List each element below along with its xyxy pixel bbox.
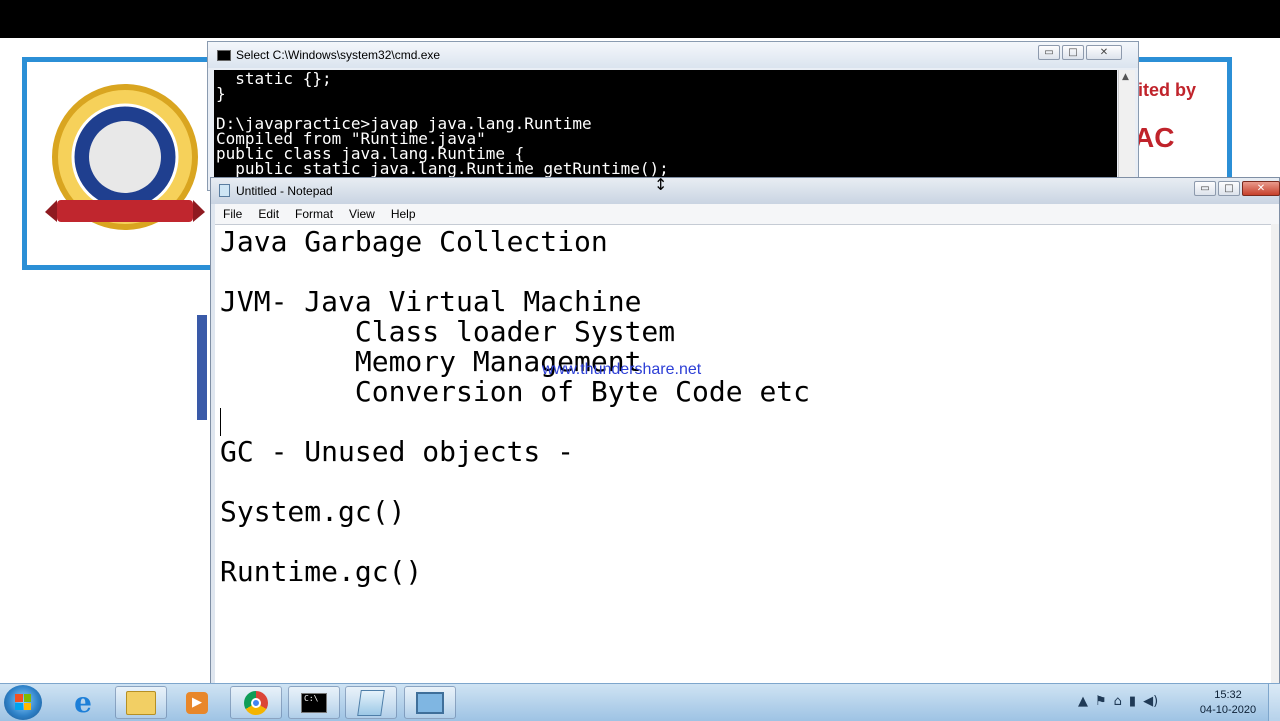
text-line: Runtime.gc() — [220, 555, 423, 588]
naac-accredited-text: ited by — [1138, 80, 1197, 100]
cmd-scrollbar[interactable]: ▲ — [1118, 70, 1135, 190]
taskbar-clock[interactable]: 15:32 04-10-2020 — [1196, 688, 1260, 718]
start-button[interactable] — [4, 685, 42, 720]
cmd-app-icon — [217, 50, 231, 61]
cmd-close-button[interactable]: ✕ — [1086, 45, 1122, 60]
text-line: Java Garbage Collection — [220, 225, 608, 258]
cmd-line: public static java.lang.Runtime getRunti… — [216, 159, 669, 178]
menu-file[interactable]: File — [215, 204, 250, 224]
notepad-scrollbar[interactable] — [1271, 224, 1279, 686]
text-line: JVM- Java Virtual Machine — [220, 285, 642, 318]
cmd-line: static {}; — [216, 70, 332, 88]
taskbar-notepad[interactable] — [345, 686, 397, 719]
cmd-minimize-button[interactable]: ▭ — [1038, 45, 1060, 60]
notepad-text-area[interactable]: Java Garbage Collection JVM- Java Virtua… — [215, 224, 1271, 686]
cmd-console-output[interactable]: static {}; } D:\javapractice>javap java.… — [214, 70, 1117, 190]
naac-logo-text: AC — [1134, 122, 1175, 153]
notepad-app-icon — [219, 184, 230, 197]
taskbar-cmd[interactable]: C:\ — [288, 686, 340, 719]
media-player-icon: ▶ — [186, 691, 208, 714]
windows-logo-icon — [15, 694, 31, 710]
cmd-window-title: Select C:\Windows\system32\cmd.exe — [236, 48, 441, 62]
command-prompt-icon: C:\ — [301, 692, 327, 713]
menu-format[interactable]: Format — [287, 204, 341, 224]
text-line: GC - Unused objects - — [220, 435, 575, 468]
notepad-close-button[interactable]: ✕ — [1242, 181, 1280, 196]
menu-view[interactable]: View — [341, 204, 383, 224]
taskbar-file-explorer[interactable] — [115, 686, 167, 719]
notepad-window-controls: ▭ □ ✕ — [1194, 181, 1280, 196]
lendi-emblem-logo — [45, 84, 205, 230]
up-arrow-icon[interactable]: ▲ — [1078, 694, 1088, 709]
scroll-up-arrow-icon[interactable]: ▲ — [1122, 72, 1129, 82]
menu-edit[interactable]: Edit — [250, 204, 287, 224]
network-icon[interactable]: ⌂ — [1114, 694, 1122, 709]
show-desktop-button[interactable] — [1268, 684, 1280, 721]
cmd-line: } — [216, 84, 226, 103]
taskbar-media-player[interactable]: ▶ — [171, 686, 223, 719]
chrome-icon — [244, 690, 268, 715]
desktop-strip — [197, 315, 207, 420]
cmd-window-controls: ▭ □ ✕ — [1038, 45, 1122, 60]
clock-date: 04-10-2020 — [1199, 704, 1257, 716]
notepad-window-title: Untitled - Notepad — [236, 184, 333, 198]
flag-icon[interactable]: ⚑ — [1095, 694, 1107, 709]
cmd-titlebar[interactable]: Select C:\Windows\system32\cmd.exe ▭ □ ✕ — [208, 42, 1138, 68]
notepad-window[interactable]: Untitled - Notepad ▭ □ ✕ File Edit Forma… — [210, 177, 1280, 687]
notepad-titlebar[interactable]: Untitled - Notepad ▭ □ ✕ — [211, 178, 1280, 204]
notepad-menubar: File Edit Format View Help — [215, 204, 1279, 225]
taskbar-chrome[interactable] — [230, 686, 282, 719]
cmd-maximize-button[interactable]: □ — [1062, 45, 1084, 60]
notepad-maximize-button[interactable]: □ — [1218, 181, 1240, 196]
cmd-window[interactable]: Select C:\Windows\system32\cmd.exe ▭ □ ✕… — [207, 41, 1139, 191]
text-line: System.gc() — [220, 495, 406, 528]
system-tray: ▲ ⚑ ⌂ ▮ ◀) — [1078, 694, 1158, 709]
text-caret — [220, 408, 221, 436]
notepad-icon — [357, 689, 385, 716]
text-line: Class loader System — [220, 315, 676, 348]
menu-help[interactable]: Help — [383, 204, 424, 224]
text-line: Conversion of Byte Code etc — [220, 375, 811, 408]
resize-cursor-icon: ↕ — [654, 175, 668, 194]
lendi-logo-panel — [22, 57, 222, 270]
clock-time: 15:32 — [1214, 689, 1242, 701]
black-top-bar — [0, 0, 1280, 38]
notepad-minimize-button[interactable]: ▭ — [1194, 181, 1216, 196]
signal-icon[interactable]: ▮ — [1129, 694, 1136, 709]
internet-explorer-icon: e — [74, 686, 92, 719]
taskbar-internet-explorer[interactable]: e — [57, 686, 109, 719]
taskbar-remote-desktop[interactable] — [404, 686, 456, 719]
folder-icon — [126, 690, 156, 715]
remote-desktop-icon — [416, 691, 444, 714]
taskbar: e ▶ C:\ ▲ ⚑ ⌂ ▮ ◀) 15:32 04-10-2020 — [0, 683, 1280, 721]
volume-icon[interactable]: ◀) — [1143, 694, 1158, 709]
watermark-text: www.thundershare.net — [542, 361, 702, 378]
